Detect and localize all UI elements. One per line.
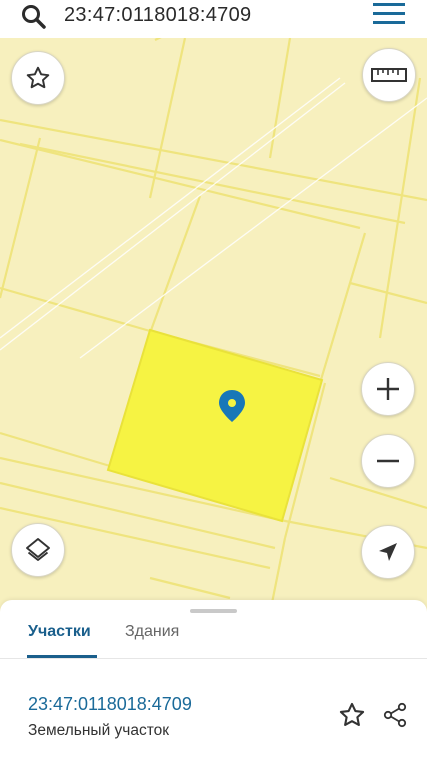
navigation-arrow-icon	[376, 540, 400, 564]
ruler-icon	[371, 65, 407, 85]
search-bar[interactable]: 23:47:0118018:4709	[0, 0, 427, 38]
tab-buildings[interactable]: Здания	[125, 622, 179, 642]
share-icon[interactable]	[381, 701, 409, 729]
info-bottom-sheet: Участки Здания 23:47:0118018:4709 Земель…	[0, 600, 427, 768]
minus-icon	[375, 448, 401, 474]
zoom-in-button[interactable]	[361, 362, 415, 416]
ruler-button[interactable]	[362, 48, 416, 102]
layers-button[interactable]	[11, 523, 65, 577]
plus-icon	[375, 376, 401, 402]
locate-button[interactable]	[361, 525, 415, 579]
favorite-map-button[interactable]	[11, 51, 65, 105]
zoom-out-button[interactable]	[361, 434, 415, 488]
search-query-text[interactable]: 23:47:0118018:4709	[64, 3, 251, 27]
layers-icon	[24, 536, 52, 564]
sheet-tabs: Участки Здания	[0, 600, 427, 660]
parcel-type-label: Земельный участок	[28, 722, 170, 739]
star-outline-icon	[25, 65, 51, 91]
search-icon[interactable]	[20, 3, 48, 31]
tabs-divider	[0, 658, 427, 659]
parcel-cadastral-number[interactable]: 23:47:0118018:4709	[28, 693, 192, 715]
hamburger-menu-icon[interactable]	[373, 3, 405, 25]
star-outline-icon[interactable]	[338, 701, 366, 729]
tab-parcels[interactable]: Участки	[28, 622, 91, 642]
